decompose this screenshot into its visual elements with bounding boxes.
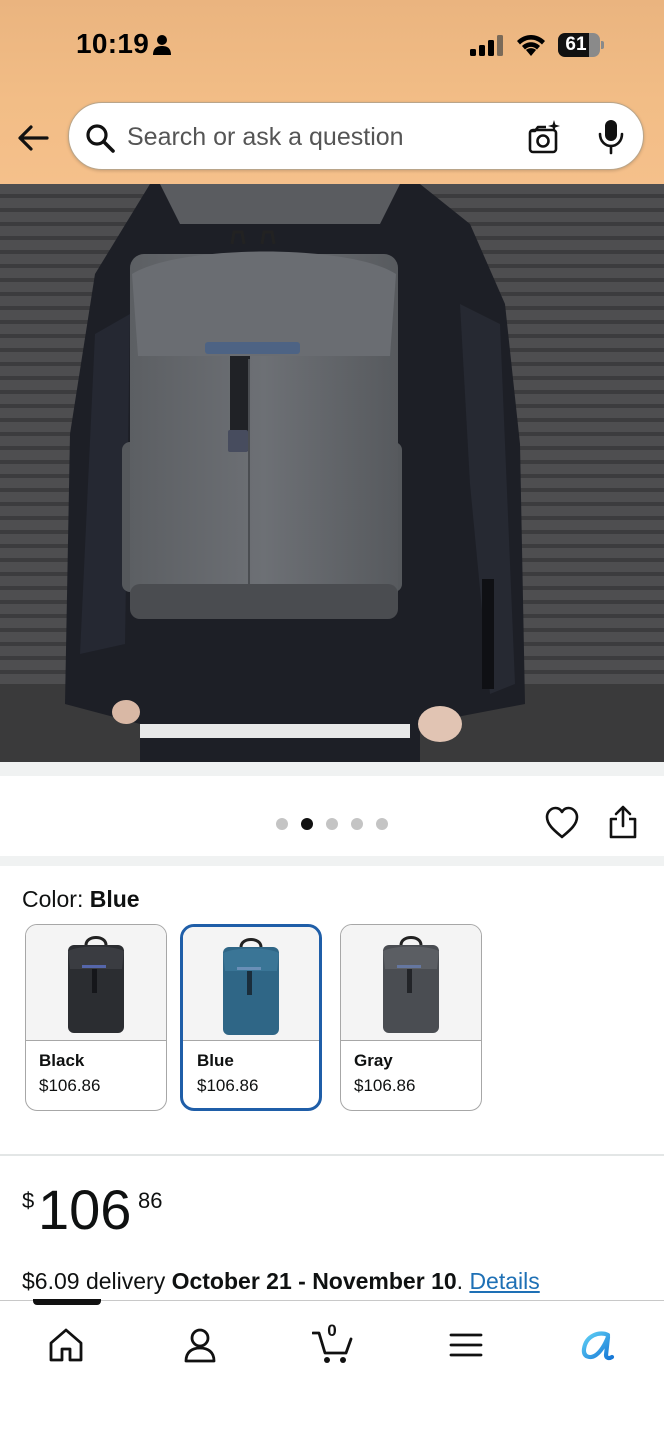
signal-icon bbox=[470, 35, 503, 56]
section-divider bbox=[0, 762, 664, 776]
section-divider bbox=[0, 856, 664, 866]
search-input[interactable] bbox=[127, 117, 507, 157]
backpack-thumbnail bbox=[383, 936, 439, 1033]
cart-icon[interactable]: 0 bbox=[311, 1321, 356, 1365]
battery-icon: 61 bbox=[558, 33, 604, 57]
swatch-image bbox=[341, 925, 481, 1041]
camera-search-icon[interactable] bbox=[527, 119, 561, 155]
color-label-prefix: Color: bbox=[22, 886, 90, 912]
carousel-dot[interactable] bbox=[276, 818, 288, 830]
microphone-icon[interactable] bbox=[597, 119, 625, 155]
person-icon bbox=[153, 35, 171, 55]
wifi-icon bbox=[517, 35, 545, 56]
share-icon[interactable] bbox=[608, 804, 638, 840]
swatch-image bbox=[183, 927, 319, 1041]
carousel-dot[interactable] bbox=[351, 818, 363, 830]
carousel-dot[interactable] bbox=[301, 818, 313, 830]
price-symbol: $ bbox=[22, 1188, 35, 1213]
active-tab-indicator bbox=[33, 1299, 101, 1305]
swatch-price: $106.86 bbox=[354, 1076, 416, 1095]
search-bar[interactable] bbox=[68, 102, 644, 170]
delivery-separator: . bbox=[456, 1268, 470, 1294]
price-fraction: 86 bbox=[138, 1188, 163, 1213]
menu-icon[interactable] bbox=[446, 1325, 486, 1365]
status-bar: 10:19 61 bbox=[0, 0, 664, 92]
color-option-gray[interactable]: Gray $106.86 bbox=[340, 924, 482, 1111]
home-icon[interactable] bbox=[46, 1325, 86, 1365]
bottom-nav: 0 bbox=[0, 1299, 664, 1440]
cart-count: 0 bbox=[327, 1321, 337, 1340]
carousel-dot[interactable] bbox=[376, 818, 388, 830]
carousel-dot[interactable] bbox=[326, 818, 338, 830]
backpack-thumbnail bbox=[68, 936, 124, 1033]
color-label: Color: Blue bbox=[22, 886, 140, 913]
swatch-image bbox=[26, 925, 166, 1041]
status-time: 10:19 bbox=[76, 28, 150, 59]
search-icon bbox=[86, 124, 115, 153]
delivery-cost: $6.09 delivery bbox=[22, 1268, 172, 1294]
swatch-price: $106.86 bbox=[197, 1076, 259, 1095]
product-image[interactable] bbox=[0, 184, 664, 762]
battery-level: 61 bbox=[565, 34, 587, 55]
back-arrow-icon[interactable] bbox=[16, 122, 50, 154]
account-icon[interactable] bbox=[180, 1325, 220, 1365]
image-controls bbox=[0, 776, 664, 858]
heart-icon[interactable] bbox=[544, 806, 580, 840]
section-divider bbox=[0, 1154, 664, 1156]
color-option-black[interactable]: Black $106.86 bbox=[25, 924, 167, 1111]
delivery-info: $6.09 delivery October 21 - November 10.… bbox=[22, 1268, 540, 1295]
header: 10:19 61 bbox=[0, 0, 664, 184]
price-whole: 106 bbox=[38, 1178, 132, 1241]
swatch-name: Blue bbox=[197, 1051, 234, 1070]
color-option-blue[interactable]: Blue $106.86 bbox=[180, 924, 322, 1111]
rufus-icon[interactable] bbox=[578, 1325, 618, 1365]
delivery-details-link[interactable]: Details bbox=[469, 1268, 539, 1294]
backpack-thumbnail bbox=[223, 938, 279, 1035]
selected-color-name: Blue bbox=[89, 886, 140, 912]
carousel-dots[interactable] bbox=[276, 818, 388, 830]
swatch-name: Black bbox=[39, 1051, 85, 1070]
delivery-dates: October 21 - November 10 bbox=[171, 1268, 457, 1294]
swatch-price: $106.86 bbox=[39, 1076, 101, 1095]
swatch-name: Gray bbox=[354, 1051, 393, 1070]
